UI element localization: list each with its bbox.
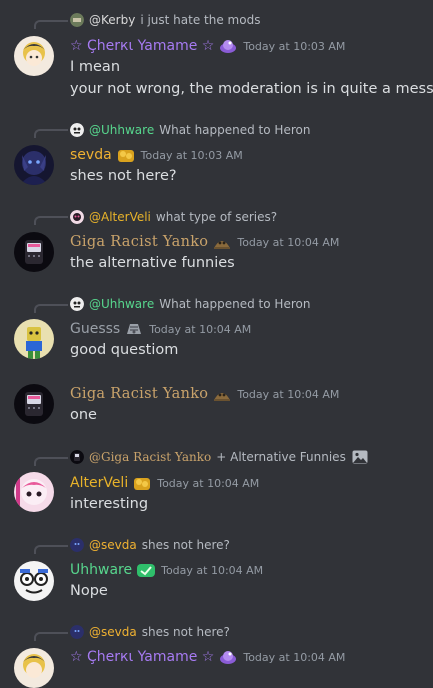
message-header: Guesss Today at 10:04 AM xyxy=(70,318,251,340)
reply-avatar xyxy=(70,210,84,224)
reply-text: What happened to Heron xyxy=(159,297,311,311)
reply-author[interactable]: @Giga Racist Yanko xyxy=(89,450,211,464)
author-name[interactable]: Giga Racist Yanko xyxy=(70,386,208,402)
avatar[interactable] xyxy=(14,384,54,424)
message-header: Giga Racist Yanko Today at 10:04 AM xyxy=(70,383,339,405)
reply-avatar xyxy=(70,297,84,311)
message-header: Uhhware Today at 10:04 AM xyxy=(70,559,263,581)
reply-avatar xyxy=(70,13,84,27)
reply-text: shes not here? xyxy=(141,625,230,639)
message-text: good questiom xyxy=(70,342,179,358)
author-name[interactable]: AlterVeli xyxy=(70,475,128,491)
reply-text: shes not here? xyxy=(141,538,230,552)
avatar[interactable] xyxy=(14,145,54,185)
message-header: sevda Today at 10:03 AM xyxy=(70,144,243,166)
avatar[interactable] xyxy=(14,36,54,76)
author-name[interactable]: Giga Racist Yanko xyxy=(70,234,208,250)
avatar[interactable] xyxy=(14,561,54,601)
reply-avatar xyxy=(70,123,84,137)
reply-preview[interactable]: @Uhhware What happened to Heron xyxy=(70,121,310,139)
role-badge-icon xyxy=(220,651,237,664)
reply-connector xyxy=(34,216,68,225)
reply-connector xyxy=(34,129,68,138)
timestamp: Today at 10:04 AM xyxy=(149,322,252,336)
reply-text: What happened to Heron xyxy=(159,123,311,137)
reply-text: i just hate the mods xyxy=(140,13,261,27)
message-text: the alternative funnies xyxy=(70,255,235,271)
message-text: Nope xyxy=(70,583,108,599)
message-header: ☆ Çherкι Yamame ☆ Today at 10:04 AM xyxy=(70,646,345,668)
message-text: shes not here? xyxy=(70,168,177,184)
reply-connector xyxy=(34,20,68,29)
role-badge-icon xyxy=(134,478,151,490)
reply-avatar xyxy=(70,450,84,464)
role-badge-icon xyxy=(127,324,142,334)
timestamp: Today at 10:03 AM xyxy=(243,39,346,53)
role-badge-icon xyxy=(117,150,134,162)
timestamp: Today at 10:04 AM xyxy=(237,387,340,401)
timestamp: Today at 10:04 AM xyxy=(237,235,340,249)
message-text: interesting xyxy=(70,496,149,512)
message-text: I mean xyxy=(70,59,121,75)
reply-author[interactable]: @Kerby xyxy=(89,13,135,27)
author-name[interactable]: ☆ Çherкι Yamame ☆ xyxy=(70,649,214,665)
reply-preview[interactable]: @Kerby i just hate the mods xyxy=(70,11,260,29)
reply-author[interactable]: @AlterVeli xyxy=(89,210,151,224)
author-name[interactable]: Uhhware xyxy=(70,562,132,578)
message-text: your not wrong, the moderation is in qui… xyxy=(70,81,433,97)
reply-preview[interactable]: @Giga Racist Yanko + Alternative Funnies xyxy=(70,448,368,466)
reply-connector xyxy=(34,632,68,641)
avatar[interactable] xyxy=(14,472,54,512)
chat-message-list: @Kerby i just hate the mods ☆ Çherкι Yam… xyxy=(0,0,433,688)
reply-preview[interactable]: @Uhhware What happened to Heron xyxy=(70,295,310,313)
reply-preview[interactable]: @sevda shes not here? xyxy=(70,536,230,554)
author-name[interactable]: Guesss xyxy=(70,321,120,337)
author-name[interactable]: sevda xyxy=(70,147,112,163)
timestamp: Today at 10:04 AM xyxy=(157,476,260,490)
reply-author[interactable]: @sevda xyxy=(89,538,137,552)
avatar[interactable] xyxy=(14,648,54,688)
timestamp: Today at 10:04 AM xyxy=(243,650,346,664)
reply-connector xyxy=(34,304,68,313)
message-header: Giga Racist Yanko Today at 10:04 AM xyxy=(70,231,339,253)
reply-text: what type of series? xyxy=(155,210,278,224)
message-text: one xyxy=(70,407,97,423)
message-header: ☆ Çherкι Yamame ☆ Today at 10:03 AM xyxy=(70,35,345,57)
reply-author[interactable]: @sevda xyxy=(89,625,137,639)
avatar[interactable] xyxy=(14,319,54,359)
role-badge-icon xyxy=(214,393,231,401)
reply-preview[interactable]: @AlterVeli what type of series? xyxy=(70,208,277,226)
reply-author[interactable]: @Uhhware xyxy=(89,123,154,137)
reply-connector xyxy=(34,545,68,554)
avatar[interactable] xyxy=(14,232,54,272)
reply-author[interactable]: @Uhhware xyxy=(89,297,154,311)
author-name[interactable]: ☆ Çherкι Yamame ☆ xyxy=(70,38,214,54)
message-header: AlterVeli Today at 10:04 AM xyxy=(70,472,259,494)
timestamp: Today at 10:03 AM xyxy=(140,148,243,162)
role-badge-icon xyxy=(137,564,156,577)
reply-connector xyxy=(34,457,68,466)
role-badge-icon xyxy=(220,40,237,53)
reply-avatar xyxy=(70,538,84,552)
reply-preview[interactable]: @sevda shes not here? xyxy=(70,623,230,641)
image-attachment-icon xyxy=(352,450,368,464)
role-badge-icon xyxy=(214,241,231,249)
reply-text: + Alternative Funnies xyxy=(216,450,346,464)
reply-avatar xyxy=(70,625,84,639)
timestamp: Today at 10:04 AM xyxy=(161,563,264,577)
